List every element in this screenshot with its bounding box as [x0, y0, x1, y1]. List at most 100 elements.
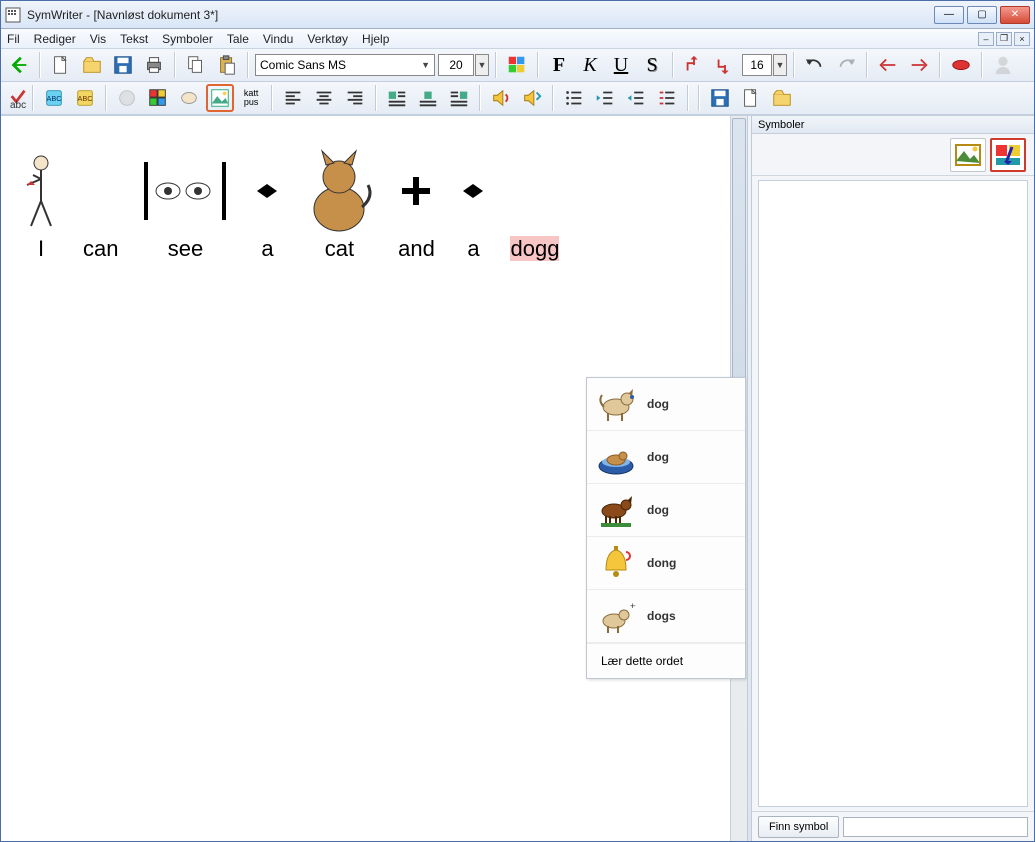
shape-ellipse-button[interactable] — [175, 84, 203, 112]
menu-hjelp[interactable]: Hjelp — [362, 32, 389, 46]
italic-button[interactable]: K — [576, 51, 604, 79]
dogs-icon: ++ — [596, 597, 636, 635]
image-frame-button[interactable] — [206, 84, 234, 112]
menu-symboler[interactable]: Symboler — [162, 32, 213, 46]
find-symbol-input[interactable] — [843, 817, 1028, 837]
find-symbol-button[interactable]: Finn symbol — [758, 816, 839, 838]
print-button[interactable] — [140, 51, 168, 79]
back-button[interactable] — [5, 51, 33, 79]
misspelled-word[interactable]: dogg — [510, 236, 559, 261]
suggestion-dog-2[interactable]: dog — [587, 431, 745, 484]
copy-button[interactable] — [182, 51, 210, 79]
underline-button[interactable]: U — [607, 51, 635, 79]
suggestion-dogs[interactable]: ++ dogs — [587, 590, 745, 643]
align-right-button[interactable] — [341, 84, 369, 112]
kattpus-button[interactable]: katt pus — [237, 84, 265, 112]
svg-text:ABC: ABC — [47, 94, 63, 103]
suggestion-dong[interactable]: dong — [587, 537, 745, 590]
inc-size-button[interactable] — [680, 51, 708, 79]
menu-fil[interactable]: Fil — [7, 32, 20, 46]
menu-vindu[interactable]: Vindu — [263, 32, 293, 46]
document-area[interactable]: I can see a — [1, 116, 747, 841]
diamond-icon — [252, 176, 282, 206]
titlebar: SymWriter - [Navnløst dokument 3*] — ▢ ✕ — [1, 1, 1034, 29]
indent-inc-button[interactable] — [591, 84, 619, 112]
redo-button[interactable] — [832, 51, 860, 79]
menu-verktoy[interactable]: Verktøy — [307, 32, 348, 46]
app-icon — [5, 7, 21, 23]
spellcheck-popup: dog dog dog dong ++ dogs Lær — [586, 377, 746, 679]
dog-brown-icon — [596, 491, 636, 529]
arrow-right-button[interactable] — [905, 51, 933, 79]
save-button[interactable] — [109, 51, 137, 79]
open2-button[interactable] — [768, 84, 796, 112]
globe-button[interactable] — [113, 84, 141, 112]
font-size-dropdown[interactable]: ▼ — [475, 54, 489, 76]
img-text-right-button[interactable] — [445, 84, 473, 112]
suggestion-dog-3[interactable]: dog — [587, 484, 745, 537]
font-selector[interactable]: Comic Sans MS▼ — [255, 54, 435, 76]
minimize-button[interactable]: — — [934, 6, 964, 24]
maximize-button[interactable]: ▢ — [967, 6, 997, 24]
word-see: see — [140, 146, 230, 262]
cat-icon — [304, 149, 374, 234]
user-button[interactable] — [989, 51, 1017, 79]
mdi-close[interactable]: × — [1014, 32, 1030, 46]
section-size-value: 16 — [750, 58, 763, 72]
align-center-button[interactable] — [310, 84, 338, 112]
menu-tale[interactable]: Tale — [227, 32, 249, 46]
suggestion-label: dog — [647, 503, 669, 517]
dictionary-blue-button[interactable]: ABC — [40, 84, 68, 112]
dictionary-yellow-button[interactable]: ABC — [71, 84, 99, 112]
word-dogg: dogg — [510, 146, 559, 262]
suggestion-label: dong — [647, 556, 676, 570]
section-size-dropdown[interactable]: ▼ — [773, 54, 787, 76]
word-a2: a — [458, 146, 488, 262]
close-button[interactable]: ✕ — [1000, 6, 1030, 24]
shadow-button[interactable]: S — [638, 51, 666, 79]
word-and: and — [396, 146, 436, 262]
window-title: SymWriter - [Navnløst dokument 3*] — [27, 8, 934, 22]
open-button[interactable] — [78, 51, 106, 79]
mdi-restore[interactable]: ❐ — [996, 32, 1012, 46]
menu-vis[interactable]: Vis — [90, 32, 106, 46]
font-size-selector[interactable]: 20 — [438, 54, 474, 76]
speaker-button[interactable] — [487, 84, 515, 112]
word-cat: cat — [304, 146, 374, 262]
align-left-button[interactable] — [279, 84, 307, 112]
tab-settings-button[interactable] — [653, 84, 681, 112]
suggestion-label: dog — [647, 397, 669, 411]
menu-tekst[interactable]: Tekst — [120, 32, 148, 46]
menu-rediger[interactable]: Rediger — [34, 32, 76, 46]
new-doc-button[interactable] — [47, 51, 75, 79]
symbols-panel-title: Symboler — [752, 116, 1034, 134]
symbol-mode-button[interactable] — [990, 138, 1026, 172]
diamond-icon — [458, 176, 488, 206]
bullets-button[interactable] — [560, 84, 588, 112]
font-color-button[interactable] — [503, 51, 531, 79]
undo-button[interactable] — [801, 51, 829, 79]
dec-size-button[interactable] — [711, 51, 739, 79]
color-picker-button[interactable] — [144, 84, 172, 112]
record-button[interactable] — [947, 51, 975, 79]
word-a1: a — [252, 146, 282, 262]
save2-button[interactable] — [706, 84, 734, 112]
indent-dec-button[interactable] — [622, 84, 650, 112]
menubar: Fil Rediger Vis Tekst Symboler Tale Vind… — [1, 29, 1034, 49]
arrow-left-button[interactable] — [874, 51, 902, 79]
learn-word-link[interactable]: Lær dette ordet — [587, 643, 745, 678]
img-text-left-button[interactable] — [383, 84, 411, 112]
img-text-center-button[interactable] — [414, 84, 442, 112]
new2-button[interactable] — [737, 84, 765, 112]
paste-button[interactable] — [213, 51, 241, 79]
speaker-repeat-button[interactable] — [518, 84, 546, 112]
mdi-minimize[interactable]: – — [978, 32, 994, 46]
image-mode-button[interactable] — [950, 138, 986, 172]
suggestion-label: dogs — [647, 609, 676, 623]
symbols-list[interactable] — [758, 180, 1028, 807]
toolbar-secondary: abc ABC ABC katt pus — [1, 82, 1034, 115]
bold-button[interactable]: F — [545, 51, 573, 79]
suggestion-dog-1[interactable]: dog — [587, 378, 745, 431]
dog-standing-icon — [596, 385, 636, 423]
section-size[interactable]: 16 — [742, 54, 772, 76]
